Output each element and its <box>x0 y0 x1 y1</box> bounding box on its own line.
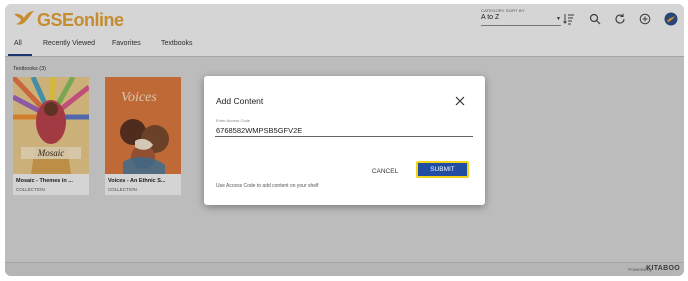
cancel-button[interactable]: CANCEL <box>367 165 403 177</box>
submit-button[interactable]: SUBMIT <box>416 161 469 178</box>
close-icon[interactable] <box>454 94 466 106</box>
access-code-input[interactable] <box>215 124 473 137</box>
dialog-title: Add Content <box>216 96 264 106</box>
access-code-label: Enter Access Code <box>216 118 251 123</box>
app-window: GSEonline CATEGORY SORT BY A to Z ▼ All … <box>5 4 684 276</box>
add-content-dialog: Add Content Enter Access Code CANCEL SUB… <box>204 76 485 205</box>
dialog-hint-text: Use Access Code to add content on your s… <box>216 183 319 189</box>
